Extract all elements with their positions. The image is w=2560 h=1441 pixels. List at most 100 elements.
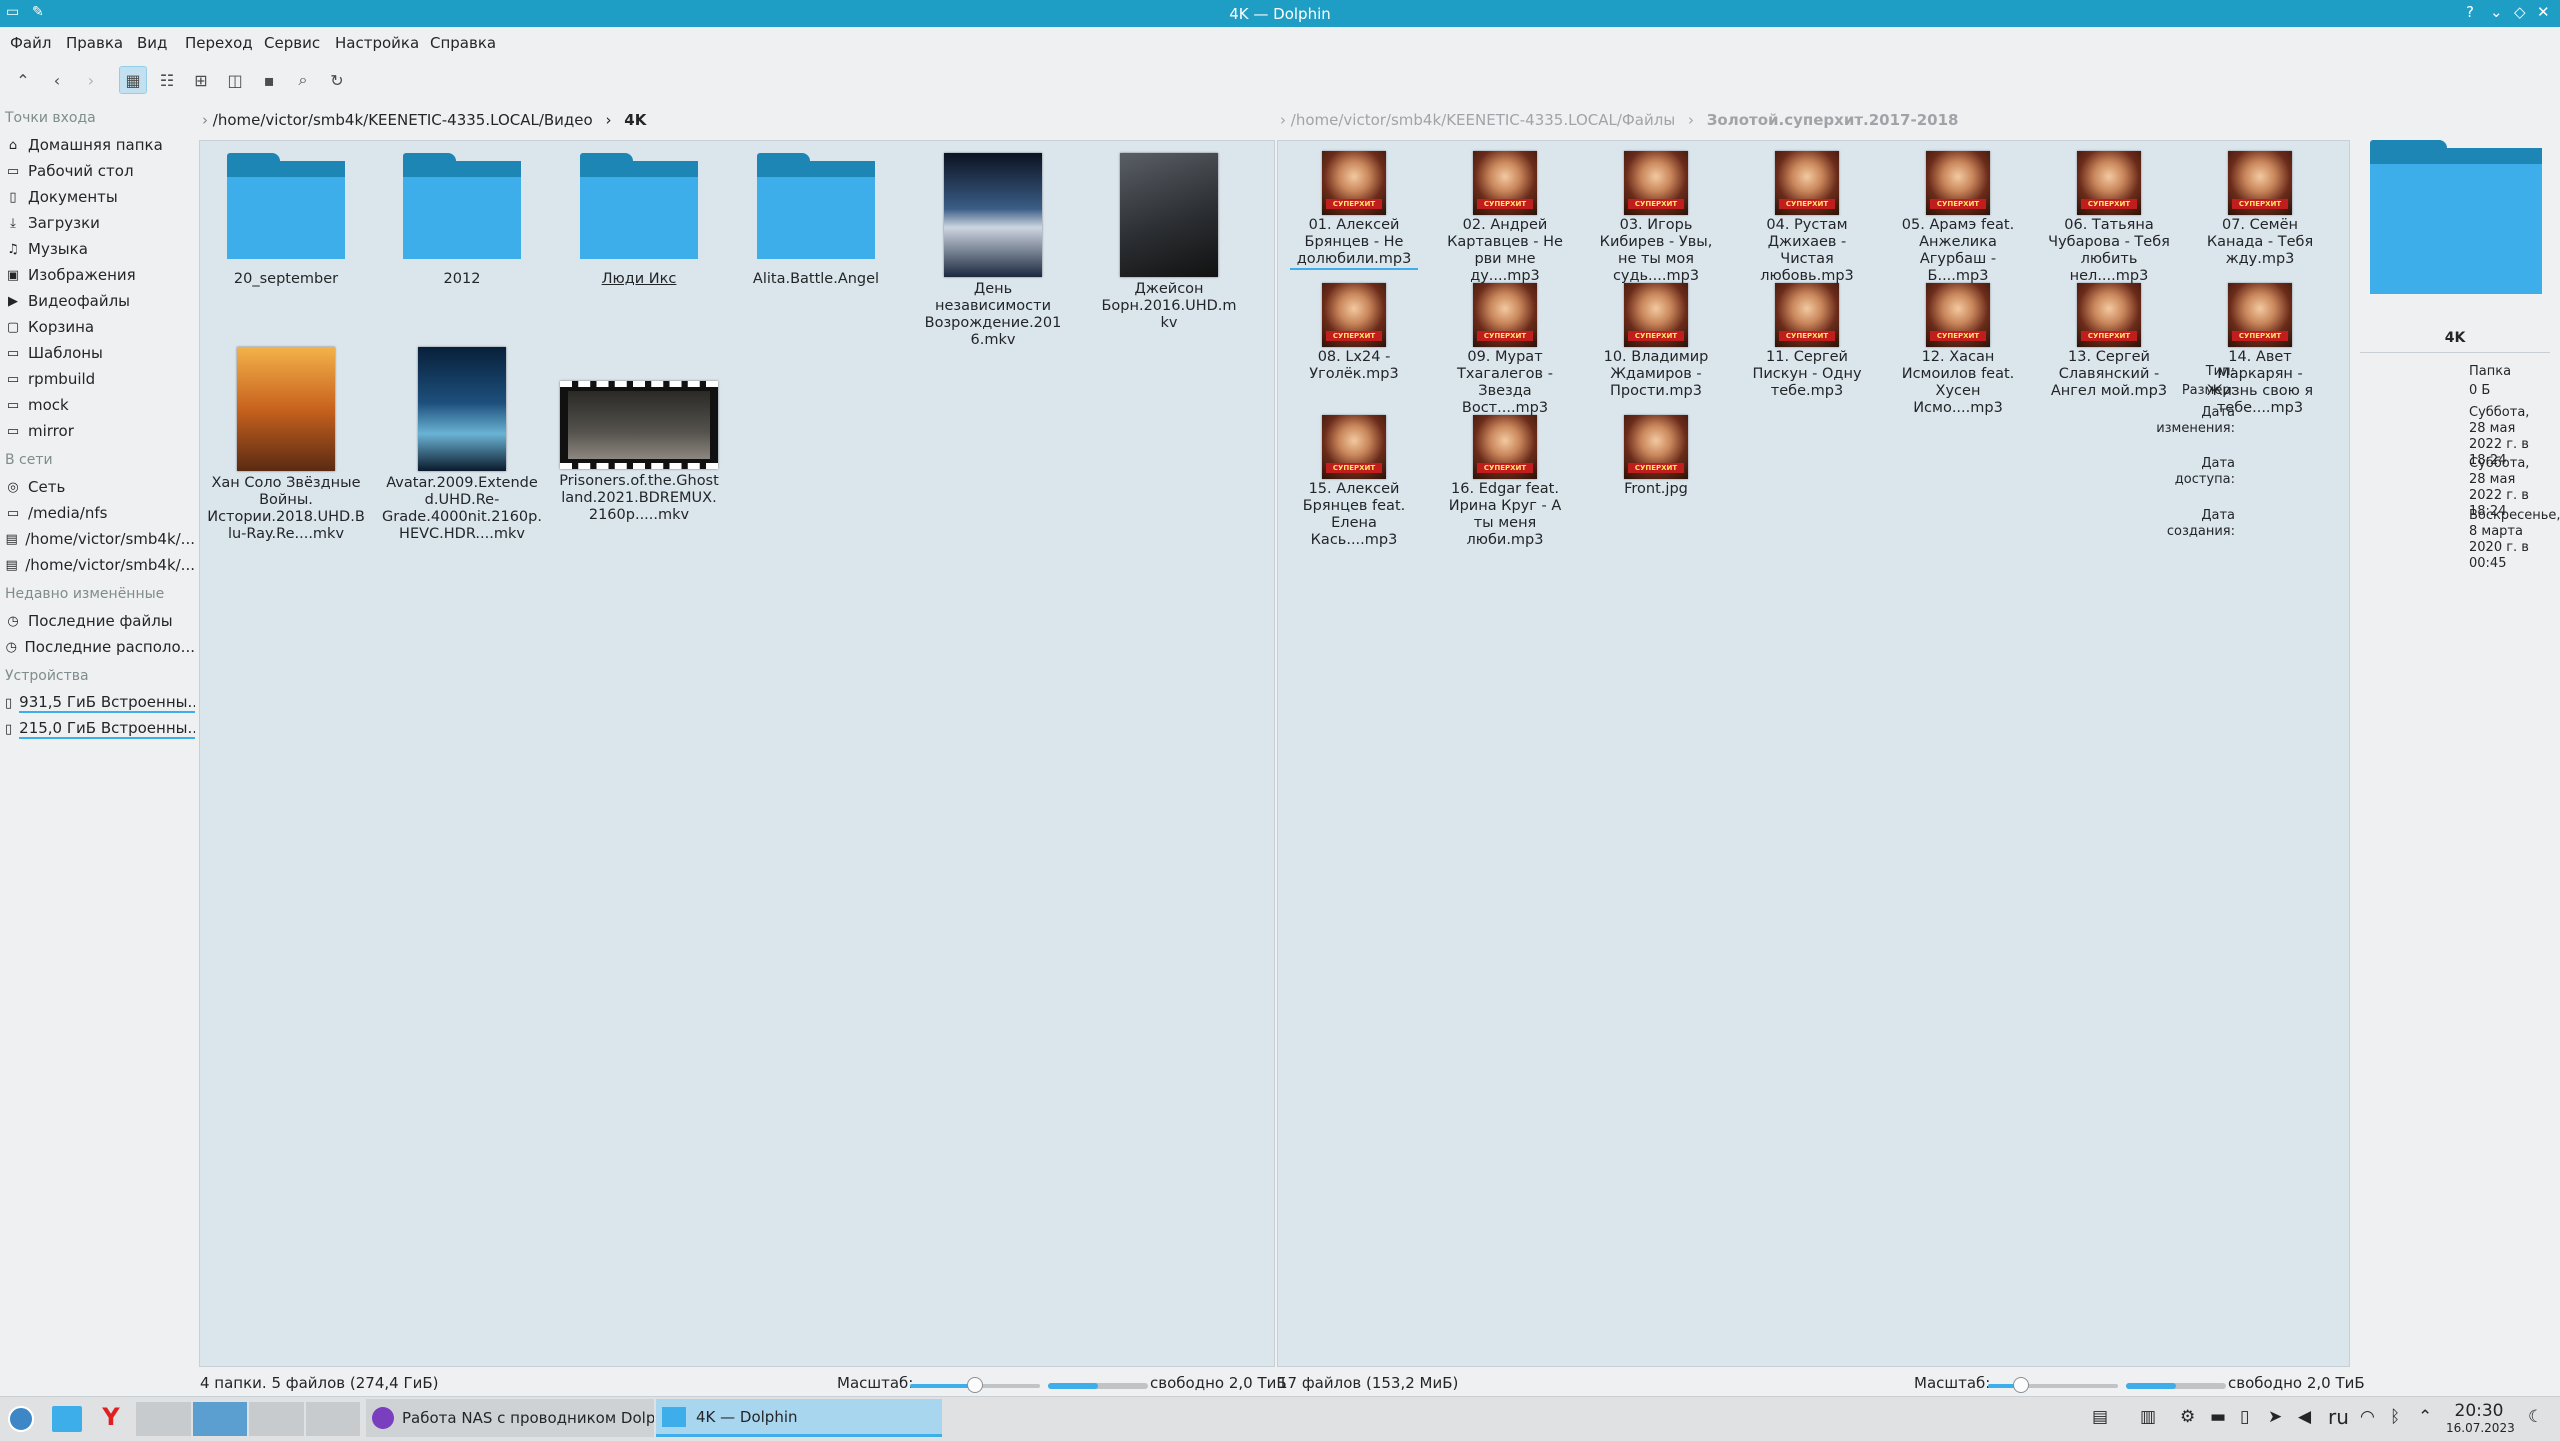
file-item-folder[interactable]: Люди Икс bbox=[569, 153, 709, 288]
file-item-audio[interactable]: СУПЕРХИТ 15. Алексей Брянцев feat. Елена … bbox=[1290, 415, 1418, 549]
file-item-audio[interactable]: СУПЕРХИТ 12. Хасан Исмоилов feat. Хусен И… bbox=[1894, 283, 2022, 417]
minimize-icon[interactable]: ⌄ bbox=[2490, 3, 2503, 21]
place-downloads[interactable]: ⤓ Загрузки bbox=[5, 211, 195, 235]
close-icon[interactable]: ✕ bbox=[2537, 3, 2550, 21]
place-videos[interactable]: ▶ Видеофайлы bbox=[5, 289, 195, 313]
icons-view-icon[interactable]: ▦ bbox=[119, 66, 147, 94]
window-titlebar[interactable]: ▭ ✎ 4K — Dolphin ? ⌄ ◇ ✕ bbox=[0, 0, 2560, 27]
file-item-audio[interactable]: СУПЕРХИТ 05. Арамэ feat. Анжелика Агурбаш… bbox=[1894, 151, 2022, 285]
details-view-icon[interactable]: ☷ bbox=[153, 66, 181, 94]
up-arrow-icon[interactable]: ⌃ bbox=[9, 66, 37, 94]
night-color-icon[interactable]: ☾ bbox=[2528, 1407, 2543, 1427]
notes-icon[interactable]: ▯ bbox=[2240, 1407, 2249, 1427]
breadcrumb-left[interactable]: › /home/victor/smb4k/KEENETIC-4335.LOCAL… bbox=[202, 111, 646, 129]
zoom-slider-right[interactable] bbox=[1988, 1377, 2118, 1393]
place-device-2[interactable]: ▯ 215,0 ГиБ Встроенны... bbox=[5, 717, 195, 741]
place-desktop[interactable]: ▭ Рабочий стол bbox=[5, 159, 195, 183]
right-file-view[interactable]: СУПЕРХИТ 01. Алексей Брянцев - Не долюбил… bbox=[1277, 140, 2350, 1367]
file-item-video[interactable]: Джейсон Борн.2016.UHD.mkv bbox=[1099, 153, 1239, 332]
file-item-audio[interactable]: СУПЕРХИТ 07. Семён Канада - Тебя жду.mp3 bbox=[2196, 151, 2324, 268]
breadcrumb-right[interactable]: › /home/victor/smb4k/KEENETIC-4335.LOCAL… bbox=[1280, 111, 1958, 129]
file-item-video[interactable]: Хан Соло Звёздные Войны. Истории.2018.UH… bbox=[206, 347, 366, 543]
breadcrumb-path[interactable]: /home/victor/smb4k/KEENETIC-4335.LOCAL/Ф… bbox=[1291, 111, 1675, 129]
refresh-icon[interactable]: ↻ bbox=[323, 66, 351, 94]
volume-icon[interactable]: ◀ bbox=[2298, 1407, 2311, 1427]
zoom-slider-handle[interactable] bbox=[2012, 1377, 2029, 1393]
place-smb1[interactable]: ▤/home/victor/smb4k/... bbox=[5, 527, 195, 551]
file-item-folder[interactable]: 2012 bbox=[392, 153, 532, 288]
file-item-folder[interactable]: 20_september bbox=[216, 153, 356, 288]
menu-go[interactable]: Переход bbox=[185, 34, 253, 52]
file-item-video[interactable]: Prisoners.of.the.Ghostland.2021.BDREMUX.… bbox=[559, 381, 719, 524]
desktop-1[interactable] bbox=[136, 1402, 191, 1436]
help-icon[interactable]: ? bbox=[2466, 3, 2474, 21]
show-hidden-icons[interactable]: ⌃ bbox=[2418, 1407, 2432, 1427]
place-smb2[interactable]: ▤/home/victor/smb4k/... bbox=[5, 553, 195, 577]
compact-view-icon[interactable]: ⊞ bbox=[187, 66, 215, 94]
left-file-view[interactable]: 20_september 2012 Люди Икс Alita.Battle.… bbox=[199, 140, 1275, 1367]
forward-arrow-icon[interactable]: › bbox=[77, 66, 105, 94]
settings-tray-icon[interactable]: ⚙ bbox=[2180, 1407, 2195, 1427]
place-rpmbuild[interactable]: ▭ rpmbuild bbox=[5, 367, 195, 391]
app-launcher-icon[interactable] bbox=[8, 1406, 34, 1432]
clock[interactable]: 20:30 16.07.2023 bbox=[2446, 1401, 2515, 1435]
back-arrow-icon[interactable]: ‹ bbox=[43, 66, 71, 94]
breadcrumb-current[interactable]: Золотой.суперхит.2017-2018 bbox=[1707, 111, 1959, 129]
file-item-audio[interactable]: СУПЕРХИТ 08. Lx24 - Уголёк.mp3 bbox=[1290, 283, 1418, 383]
menu-tools[interactable]: Сервис bbox=[264, 34, 320, 52]
file-item-audio[interactable]: СУПЕРХИТ 16. Edgar feat. Ирина Круг - А т… bbox=[1441, 415, 1569, 549]
place-mock[interactable]: ▭ mock bbox=[5, 393, 195, 417]
bluetooth-icon[interactable]: ᛒ bbox=[2390, 1407, 2400, 1427]
zoom-slider-handle[interactable] bbox=[967, 1377, 983, 1393]
media-tray-icon[interactable]: ▤ bbox=[2092, 1407, 2108, 1427]
file-item-audio[interactable]: СУПЕРХИТ 06. Татьяна Чубарова - Тебя люби… bbox=[2045, 151, 2173, 285]
virtual-desktops-pager[interactable] bbox=[136, 1402, 360, 1436]
keyboard-layout[interactable]: ru bbox=[2328, 1405, 2349, 1429]
place-network[interactable]: ◎ Сеть bbox=[5, 475, 195, 499]
menu-file[interactable]: Файл bbox=[10, 34, 51, 52]
file-item-audio[interactable]: СУПЕРХИТ 10. Владимир Ждамиров - Прости.m… bbox=[1592, 283, 1720, 400]
maximize-icon[interactable]: ◇ bbox=[2514, 3, 2526, 21]
file-manager-icon[interactable] bbox=[52, 1406, 82, 1432]
file-item-audio[interactable]: СУПЕРХИТ 01. Алексей Брянцев - Не долюбил… bbox=[1290, 151, 1418, 270]
place-recent-locations[interactable]: ◷ Последние располо... bbox=[5, 635, 195, 659]
file-item-audio[interactable]: СУПЕРХИТ 09. Мурат Тхагалегов - Звезда Во… bbox=[1441, 283, 1569, 417]
file-item-audio[interactable]: СУПЕРХИТ 13. Сергей Славянский - Ангел мо… bbox=[2045, 283, 2173, 400]
place-pictures[interactable]: ▣ Изображения bbox=[5, 263, 195, 287]
battery-icon[interactable]: ▬ bbox=[2210, 1407, 2226, 1427]
file-item-audio[interactable]: СУПЕРХИТ 02. Андрей Картавцев - Не рви мн… bbox=[1441, 151, 1569, 285]
place-nfs[interactable]: ▭/media/nfs bbox=[5, 501, 195, 525]
file-item-video[interactable]: Avatar.2009.Extended.UHD.Re-Grade.4000ni… bbox=[382, 347, 542, 543]
place-device-1[interactable]: ▯ 931,5 ГиБ Встроенны... bbox=[5, 691, 195, 715]
menu-help[interactable]: Справка bbox=[430, 34, 496, 52]
file-item-video[interactable]: День независимости Возрождение.2016.mkv bbox=[923, 153, 1063, 349]
wifi-icon[interactable]: ◠ bbox=[2360, 1407, 2375, 1427]
desktop-3[interactable] bbox=[249, 1402, 304, 1436]
file-item-folder[interactable]: Alita.Battle.Angel bbox=[746, 153, 886, 288]
menu-view[interactable]: Вид bbox=[137, 34, 167, 52]
place-trash[interactable]: ▢ Корзина bbox=[5, 315, 195, 339]
breadcrumb-current[interactable]: 4K bbox=[624, 111, 646, 129]
split-view-icon[interactable]: ◫ bbox=[221, 66, 249, 94]
clipboard-icon[interactable]: ▥ bbox=[2140, 1407, 2156, 1427]
file-item-audio[interactable]: СУПЕРХИТ 11. Сергей Пискун - Одну тебе.mp… bbox=[1743, 283, 1871, 400]
zoom-slider-left[interactable] bbox=[910, 1377, 1040, 1393]
place-music[interactable]: ♫ Музыка bbox=[5, 237, 195, 261]
file-item-audio[interactable]: СУПЕРХИТ 03. Игорь Кибирев - Увы, не ты м… bbox=[1592, 151, 1720, 285]
place-documents[interactable]: ▯ Документы bbox=[5, 185, 195, 209]
place-templates[interactable]: ▭ Шаблоны bbox=[5, 341, 195, 365]
breadcrumb-path[interactable]: /home/victor/smb4k/KEENETIC-4335.LOCAL/В… bbox=[213, 111, 593, 129]
file-item-audio[interactable]: СУПЕРХИТ 04. Рустам Джихаев - Чистая любо… bbox=[1743, 151, 1871, 285]
menu-settings[interactable]: Настройка bbox=[335, 34, 419, 52]
place-recent-files[interactable]: ◷ Последние файлы bbox=[5, 609, 195, 633]
place-home[interactable]: ⌂ Домашняя папка bbox=[5, 133, 195, 157]
desktop-4[interactable] bbox=[305, 1402, 360, 1436]
desktop-2[interactable] bbox=[192, 1402, 247, 1436]
search-icon[interactable]: ⌕ bbox=[289, 66, 317, 94]
telegram-icon[interactable]: ➤ bbox=[2268, 1407, 2282, 1427]
task-dolphin[interactable]: 4K — Dolphin bbox=[656, 1399, 942, 1437]
task-browser[interactable]: Работа NAS с проводником Dolp... bbox=[366, 1399, 654, 1437]
place-mirror[interactable]: ▭ mirror bbox=[5, 419, 195, 443]
file-item-image[interactable]: СУПЕРХИТ Front.jpg bbox=[1592, 415, 1720, 498]
terminal-icon[interactable]: ▪ bbox=[255, 66, 283, 94]
